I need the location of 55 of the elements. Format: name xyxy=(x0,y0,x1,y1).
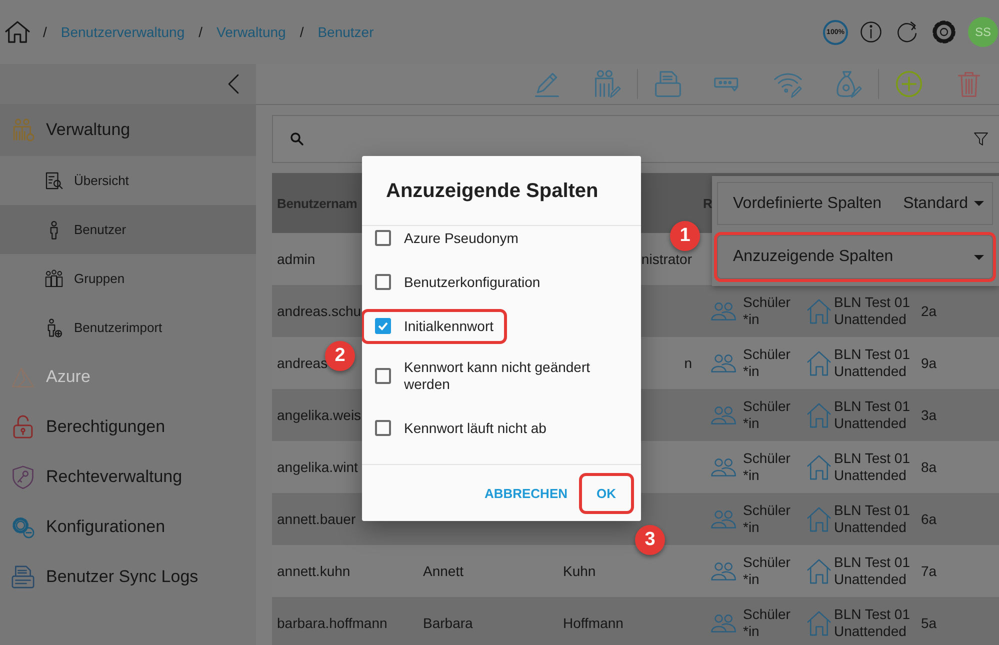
sidebar-subitem[interactable]: Benutzerimport xyxy=(0,303,256,352)
table-cell-text: Barbara xyxy=(423,615,474,631)
table-cell: nistrator xyxy=(641,251,692,267)
table-cell-text: 3a xyxy=(921,407,938,423)
dialog-title: Anzuzeigende Spalten xyxy=(362,156,641,226)
sidebar-subitem[interactable]: Gruppen xyxy=(0,254,256,303)
table-cell-text: 7a xyxy=(921,563,938,579)
sidebar-item[interactable]: Rechteverwaltung xyxy=(0,452,256,502)
cancel-button[interactable]: ABBRECHEN xyxy=(484,476,568,510)
table-cell-text: annett.bauer xyxy=(276,511,357,527)
preset-select[interactable]: Vordefinierte Spalten Standard xyxy=(717,182,993,225)
table-cell-text: 9a xyxy=(921,355,938,371)
table-cell-text: Schüler *in xyxy=(743,606,792,640)
table-cell-text: annett.kuhn xyxy=(276,563,352,579)
table-cell: n xyxy=(684,355,692,371)
table-cell-text: Annett xyxy=(423,563,464,579)
column-option[interactable]: Initialkennwort xyxy=(364,312,504,340)
table-cell-text: barbara.hoffmann xyxy=(276,615,388,631)
sidebar-item[interactable]: Verwaltung xyxy=(0,104,256,156)
table-cell-text: admin xyxy=(276,251,316,267)
table-cell-text: 6a xyxy=(921,511,938,527)
columns-select[interactable]: Anzuzeigende Spalten xyxy=(717,235,993,279)
table-cell-text: 2a xyxy=(921,303,938,319)
table-cell-text: BLN Test 01 Unattended xyxy=(834,502,912,536)
table-cell-text: 8a xyxy=(921,459,938,475)
table-cell-text: Schüler *in xyxy=(743,554,792,588)
table-cell-text: Hoffmann xyxy=(563,615,624,631)
column-option[interactable]: Kennwort kann nicht geändert werden xyxy=(364,353,609,399)
table-cell-text: BLN Test 01 Unattended xyxy=(834,294,912,328)
table-cell-text: Schüler *in xyxy=(743,294,792,328)
table-cell-text: Schüler *in xyxy=(743,346,792,380)
sidebar-subitem[interactable]: Benutzer xyxy=(0,205,256,254)
table-cell-text: angelika.weis xyxy=(276,407,362,423)
column-option[interactable]: Kennwort läuft nicht ab xyxy=(364,414,556,442)
table-cell-text: 5a xyxy=(921,615,938,631)
table-cell-text: angelika.wint xyxy=(276,459,359,475)
sidebar-subitem[interactable]: Übersicht xyxy=(0,156,256,205)
table-cell-text: BLN Test 01 Unattended xyxy=(834,606,912,640)
table-cell-text: BLN Test 01 Unattended xyxy=(834,450,912,484)
breadcrumb-separator: / xyxy=(198,24,203,40)
sidebar-item[interactable]: Berechtigungen xyxy=(0,402,256,452)
table-cell-text: BLN Test 01 Unattended xyxy=(834,398,912,432)
breadcrumb-separator: / xyxy=(300,24,304,40)
table-cell-text: Schüler *in xyxy=(743,398,792,432)
table-cell-text: andreas.schu xyxy=(276,303,362,319)
table-cell-text: BLN Test 01 Unattended xyxy=(834,346,912,380)
table-cell-text: Schüler *in xyxy=(743,502,792,536)
column-option[interactable]: Benutzerkonfiguration xyxy=(364,268,550,296)
breadcrumb-separator: / xyxy=(43,24,47,40)
sidebar-item[interactable]: Konfigurationen xyxy=(0,502,256,552)
table-cell-text: Schüler *in xyxy=(743,450,792,484)
table-cell-text: Kuhn xyxy=(563,563,597,579)
table-cell-text: BLN Test 01 Unattended xyxy=(834,554,912,588)
column-option[interactable]: Azure Pseudonym xyxy=(364,226,528,252)
sidebar-item[interactable]: Benutzer Sync Logs xyxy=(0,552,256,602)
